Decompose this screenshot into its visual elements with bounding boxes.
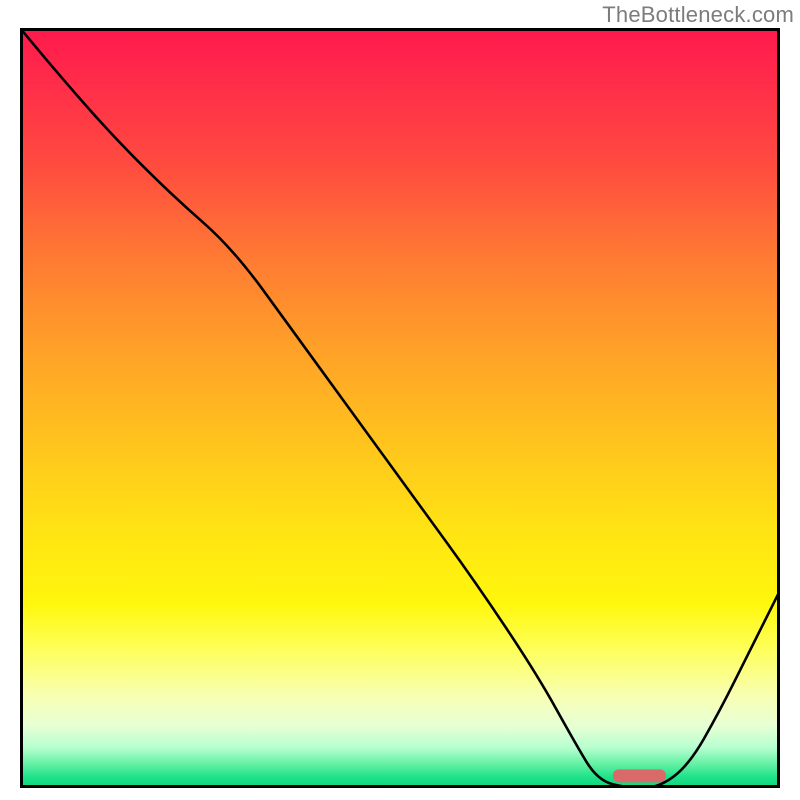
- watermark-text: TheBottleneck.com: [602, 2, 794, 28]
- chart-frame: TheBottleneck.com: [0, 0, 800, 800]
- plot-area: [20, 28, 780, 788]
- bottleneck-curve: [20, 28, 780, 788]
- curve-overlay: [20, 28, 780, 788]
- optimum-marker: [613, 769, 666, 782]
